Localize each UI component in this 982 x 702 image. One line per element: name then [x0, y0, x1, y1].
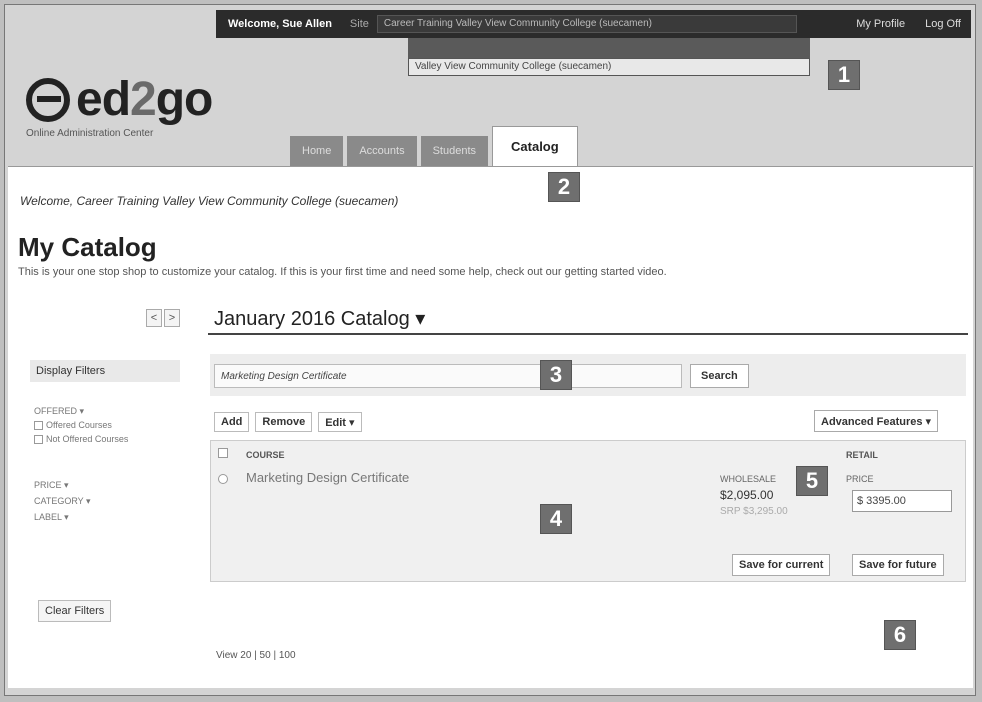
row-select-checkbox[interactable]	[218, 474, 228, 484]
intro-text: This is your one stop shop to customize …	[18, 266, 667, 278]
add-button[interactable]: Add	[214, 412, 250, 432]
display-filters-header: Display Filters	[30, 360, 180, 382]
wholesale-label: WHOLESALE	[720, 474, 777, 484]
clear-filters-button[interactable]: Clear Filters	[38, 600, 112, 622]
catalog-nav: < >	[146, 309, 180, 327]
column-retail: RETAIL	[846, 450, 878, 460]
tab-accounts[interactable]: Accounts	[347, 136, 417, 166]
save-for-future-button[interactable]: Save for future	[852, 554, 944, 576]
tab-students[interactable]: Students	[420, 136, 489, 166]
top-bar: Welcome, Sue Allen Site Career Training …	[216, 10, 971, 38]
retail-price-label: PRICE	[846, 474, 874, 484]
callout-badge: 1	[828, 60, 860, 90]
prev-catalog-button[interactable]: <	[146, 309, 162, 327]
srp-price: SRP $3,295.00	[720, 506, 788, 517]
search-button[interactable]: Search	[690, 364, 749, 388]
site-dropdown-option[interactable]: Valley View Community College (suecamen)	[408, 58, 810, 76]
checkbox-icon[interactable]	[34, 420, 43, 430]
my-profile-link[interactable]: My Profile	[846, 18, 915, 30]
catalog-selector[interactable]: January 2016 Catalog ▾	[214, 306, 425, 331]
next-catalog-button[interactable]: >	[164, 309, 180, 327]
save-for-current-button[interactable]: Save for current	[732, 554, 831, 576]
logo-subtitle: Online Administration Center	[26, 128, 154, 139]
filter-label-toggle[interactable]: LABEL ▾	[34, 512, 69, 523]
retail-price-field[interactable]: $ 3395.00	[852, 490, 952, 512]
filter-not-offered-courses[interactable]: Not Offered Courses	[34, 434, 128, 444]
advanced-features-button[interactable]: Advanced Features ▾	[814, 410, 939, 432]
site-select[interactable]: Career Training Valley View Community Co…	[376, 15, 797, 33]
select-all-checkbox[interactable]	[218, 448, 228, 458]
filter-offered-toggle[interactable]: OFFERED ▾	[34, 406, 84, 417]
callout-badge: 2	[548, 172, 580, 202]
filter-price-toggle[interactable]: PRICE ▾	[34, 480, 69, 491]
log-off-link[interactable]: Log Off	[915, 18, 971, 30]
wholesale-price: $2,095.00	[720, 488, 774, 502]
callout-badge: 3	[540, 360, 572, 390]
edit-button[interactable]: Edit ▾	[318, 412, 362, 432]
main-tabs: Home Accounts Students Catalog	[290, 126, 582, 166]
page-size-selector[interactable]: View 20 | 50 | 100	[216, 650, 296, 661]
course-name[interactable]: Marketing Design Certificate	[246, 470, 409, 485]
logo-wordmark: ed2go	[76, 73, 213, 126]
user-welcome: Welcome, Sue Allen	[228, 18, 332, 30]
column-course: COURSE	[246, 450, 285, 460]
filter-offered-courses[interactable]: Offered Courses	[34, 420, 112, 430]
tab-catalog[interactable]: Catalog	[492, 126, 578, 166]
site-label: Site	[349, 18, 369, 30]
dropdown-header	[408, 38, 810, 58]
remove-button[interactable]: Remove	[255, 412, 313, 432]
page-title: My Catalog	[18, 232, 157, 262]
tab-home[interactable]: Home	[290, 136, 344, 166]
logo-mark-icon	[26, 78, 70, 122]
currency-symbol: $	[857, 495, 864, 507]
search-input[interactable]	[214, 364, 682, 388]
retail-price-value[interactable]: 3395.00	[866, 495, 906, 507]
filter-category-toggle[interactable]: CATEGORY ▾	[34, 496, 91, 507]
action-bar: Add Remove Edit ▾	[214, 412, 362, 432]
account-welcome: Welcome, Career Training Valley View Com…	[20, 194, 399, 208]
callout-badge: 4	[540, 504, 572, 534]
catalog-divider	[208, 333, 968, 335]
checkbox-icon[interactable]	[34, 434, 43, 444]
callout-badge: 6	[884, 620, 916, 650]
callout-badge: 5	[796, 466, 828, 496]
